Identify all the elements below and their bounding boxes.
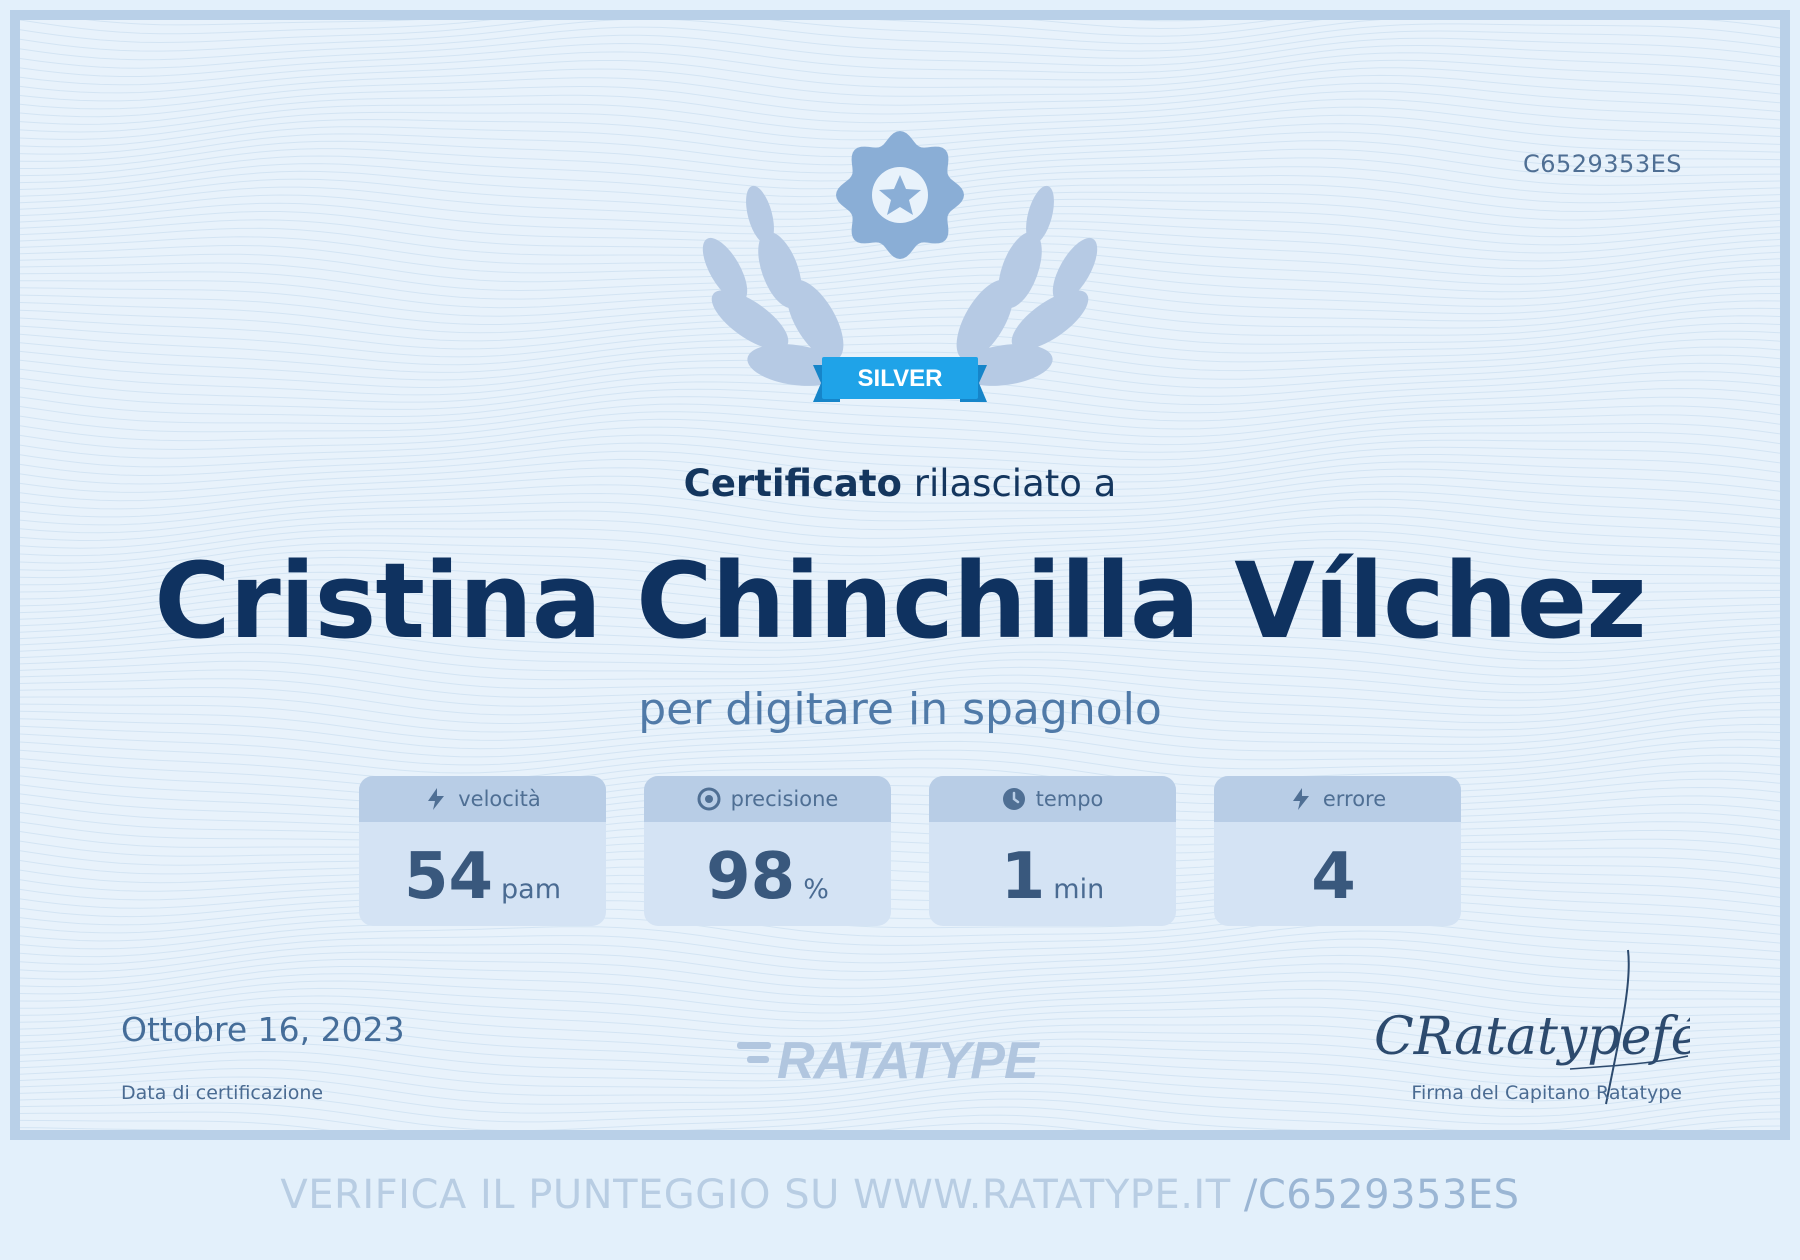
stat-label: tempo	[1035, 787, 1104, 811]
recipient-name: Cristina Chinchilla Vílchez	[154, 540, 1647, 662]
stat-unit: min	[1053, 874, 1105, 905]
stat-card-errors: errore 4	[1214, 776, 1461, 926]
verify-score-line: VERIFICA IL PUNTEGGIO SU WWW.RATATYPE.IT…	[0, 1172, 1800, 1218]
signature-label: Firma del Capitano Ratatype	[1411, 1082, 1682, 1104]
stat-value: 54	[403, 840, 494, 914]
certification-date: Ottobre 16, 2023	[121, 1010, 405, 1049]
stat-body: 54 pam	[359, 822, 606, 926]
stat-header: velocità	[359, 776, 606, 822]
lightning-icon	[428, 788, 445, 810]
stat-label: precisione	[730, 787, 839, 811]
stat-body: 98 %	[644, 822, 891, 926]
stat-unit: pam	[501, 874, 562, 905]
stats-row: velocità 54 pam precisione 98 % tempo 1 …	[359, 776, 1461, 926]
heading-bold: Certificato	[683, 462, 902, 505]
verify-text: VERIFICA IL PUNTEGGIO SU WWW.RATATYPE.IT	[280, 1172, 1244, 1218]
stat-body: 4	[1214, 822, 1461, 926]
stat-value: 1	[1000, 840, 1046, 914]
stat-header: tempo	[929, 776, 1176, 822]
stat-header: precisione	[644, 776, 891, 822]
certification-date-label: Data di certificazione	[121, 1082, 324, 1104]
logo-text: RATATYPE	[777, 1032, 1040, 1088]
stat-card-speed: velocità 54 pam	[359, 776, 606, 926]
certificate-subtitle: per digitare in spagnolo	[638, 684, 1162, 735]
stat-card-time: tempo 1 min	[929, 776, 1176, 926]
badge-label: SILVER	[858, 365, 943, 392]
stat-label: errore	[1322, 787, 1387, 811]
stat-unit: %	[803, 874, 829, 905]
heading-rest: rilasciato a	[901, 462, 1117, 505]
target-icon	[697, 787, 721, 811]
lightning-icon	[1292, 788, 1309, 810]
certificate-heading: Certificato rilasciato a	[20, 462, 1780, 505]
stat-body: 1 min	[929, 822, 1176, 926]
signature-text: CRatatypefé	[1374, 1007, 1690, 1067]
stat-label: velocità	[458, 787, 541, 811]
stat-value: 4	[1311, 840, 1356, 914]
stat-value: 98	[706, 840, 796, 914]
ratatype-logo: RATATYPE	[737, 1032, 1041, 1088]
certificate-code: C6529353ES	[1522, 150, 1682, 178]
certificate: C6529353ES SILVER Certificato rilasciato…	[10, 10, 1790, 1140]
silver-ribbon: SILVER	[813, 357, 987, 402]
silver-award-emblem: SILVER	[702, 131, 1098, 402]
verify-code: /C6529353ES	[1243, 1172, 1520, 1218]
stat-header: errore	[1214, 776, 1461, 822]
stat-card-accuracy: precisione 98 %	[644, 776, 891, 926]
clock-icon	[1002, 788, 1025, 810]
star-medal-icon	[836, 131, 964, 259]
